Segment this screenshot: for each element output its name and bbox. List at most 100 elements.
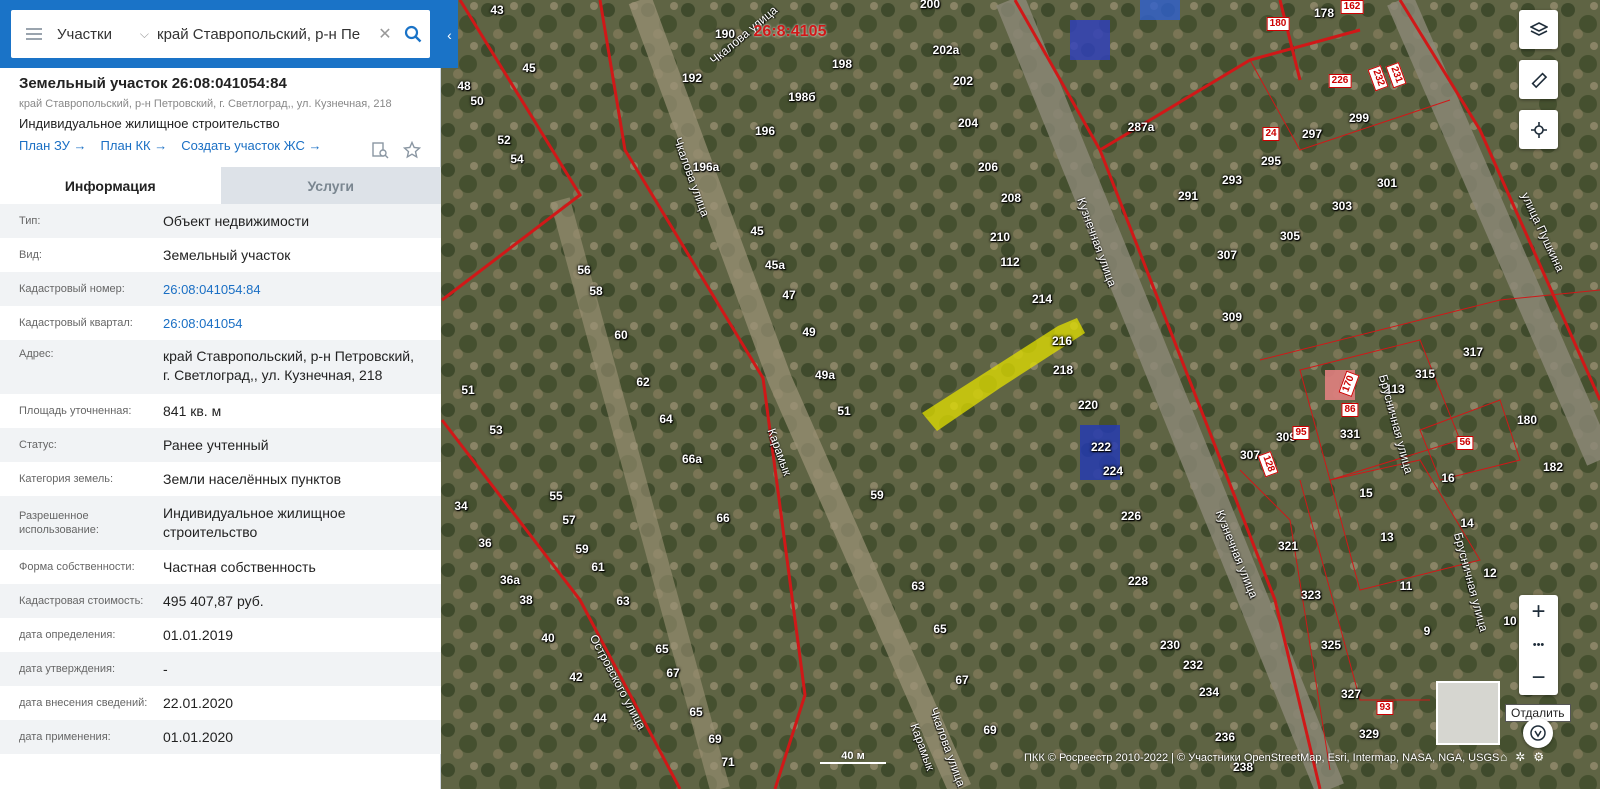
house-number: 196	[754, 124, 776, 138]
basemap-switcher[interactable]	[1436, 681, 1500, 745]
create-parcel-link[interactable]: Создать участок ЖС →	[181, 138, 321, 153]
plan-zu-link[interactable]: План ЗУ →	[19, 138, 87, 153]
house-number: 49а	[814, 368, 836, 382]
row-value: Частная собственность	[163, 558, 316, 575]
object-title: Земельный участок 26:08:041054:84	[19, 75, 287, 92]
parcel-label: 56	[1456, 436, 1474, 450]
tab-info[interactable]: Информация	[0, 167, 221, 204]
house-number: 178	[1313, 6, 1335, 20]
collapse-panel-button[interactable]: ‹	[441, 22, 458, 48]
layers-button[interactable]	[1519, 10, 1558, 49]
house-number: 297	[1301, 127, 1323, 141]
object-links: План ЗУ → План КК → Создать участок ЖС →	[19, 138, 422, 153]
house-number: 323	[1300, 588, 1322, 602]
house-number: 65	[655, 642, 669, 656]
measure-button[interactable]	[1519, 60, 1558, 99]
chevron-left-icon: ‹	[447, 27, 452, 43]
house-number: 56	[577, 263, 591, 277]
house-number: 13	[1380, 530, 1394, 544]
house-number: 299	[1348, 111, 1370, 125]
house-number: 66а	[681, 452, 703, 466]
zoom-out-button[interactable]: −	[1519, 661, 1558, 694]
tab-services[interactable]: Услуги	[220, 167, 441, 204]
table-row: Кадастровый квартал: 26:08:041054	[0, 306, 441, 340]
row-value: 01.01.2020	[163, 728, 234, 745]
house-number: 202	[952, 74, 974, 88]
row-value: -	[163, 660, 168, 677]
house-number: 40	[541, 631, 555, 645]
table-row: Статус: Ранее учтенный	[0, 428, 441, 462]
house-number: 69	[708, 732, 722, 746]
house-number: 50	[470, 94, 484, 108]
row-key: Категория земель:	[19, 473, 114, 485]
row-value: 01.01.2019	[163, 626, 234, 643]
house-number: 236	[1214, 730, 1236, 744]
parcel-label: 180	[1266, 17, 1290, 31]
house-number: 317	[1462, 345, 1484, 359]
house-number: 291	[1177, 189, 1199, 203]
table-row: Вид: Земельный участок	[0, 238, 441, 272]
info-panel: Участки ⌵ ✕ Земельный участок 26:08:0410…	[0, 0, 458, 789]
object-use: Индивидуальное жилищное строительство	[19, 116, 280, 131]
info-button[interactable]	[1523, 718, 1553, 748]
layers-icon	[1529, 21, 1548, 36]
house-number: 222	[1090, 440, 1112, 454]
more-button[interactable]: •••	[1519, 628, 1558, 661]
house-number: 16	[1441, 471, 1455, 485]
house-number: 232	[1182, 658, 1204, 672]
house-number: 51	[837, 404, 851, 418]
house-number: 54	[510, 152, 524, 166]
menu-icon	[26, 28, 42, 40]
house-number: 234	[1198, 685, 1220, 699]
document-search-icon[interactable]	[371, 141, 389, 159]
row-key: Адрес:	[19, 348, 54, 360]
menu-button[interactable]	[11, 10, 57, 58]
row-key: дата определения:	[19, 629, 116, 641]
settings-icon[interactable]: ✲	[1515, 750, 1525, 764]
row-key: Площадь уточненная:	[19, 405, 132, 417]
plan-kk-link[interactable]: План КК →	[101, 138, 168, 153]
object-type-select[interactable]: Участки ⌵	[57, 26, 157, 43]
house-number: 210	[989, 230, 1011, 244]
house-number: 228	[1127, 574, 1149, 588]
search-input[interactable]	[157, 25, 374, 43]
home-icon[interactable]: ⌂	[1500, 750, 1507, 764]
house-number: 61	[591, 560, 605, 574]
app: 43 190 198 200 202а 202 198б 192 196 196…	[0, 0, 1600, 789]
row-value: Земельный участок	[163, 246, 291, 263]
row-value: Земли населённых пунктов	[163, 470, 342, 487]
search-icon	[404, 25, 422, 43]
house-number: 51	[461, 383, 475, 397]
clear-icon[interactable]: ✕	[374, 24, 396, 44]
star-icon[interactable]	[403, 141, 421, 159]
cadastral-number-link[interactable]: 26:08:041054:84	[163, 280, 422, 299]
locate-button[interactable]	[1519, 110, 1558, 149]
cadastral-quarter-link[interactable]: 26:08:041054	[163, 314, 422, 333]
row-key: Статус:	[19, 439, 57, 451]
house-number: 327	[1340, 687, 1362, 701]
house-number: 53	[489, 423, 503, 437]
house-number: 62	[636, 375, 650, 389]
house-number: 329	[1358, 727, 1380, 741]
table-row: Форма собственности: Частная собственност…	[0, 550, 441, 584]
parcel-label: 86	[1341, 403, 1359, 417]
zoom-in-button[interactable]: +	[1519, 595, 1558, 628]
house-number: 67	[666, 666, 680, 680]
house-number: 230	[1159, 638, 1181, 652]
object-type-label: Участки	[57, 25, 112, 43]
parcel-label: 24	[1262, 127, 1280, 141]
row-value: край Ставропольский, р-н Петровский, г. …	[163, 348, 415, 383]
parcel-label: 162	[1340, 0, 1364, 14]
house-number: 52	[497, 133, 511, 147]
house-number: 200	[919, 0, 941, 11]
row-key: дата внесения сведений:	[19, 697, 148, 709]
house-number: 38	[519, 593, 533, 607]
chevron-down-icon: ⌵	[139, 26, 149, 41]
house-number: 58	[589, 284, 603, 298]
house-number: 55	[549, 489, 563, 503]
parcel-label: 93	[1376, 701, 1394, 715]
zoom-controls: + ••• −	[1519, 595, 1558, 695]
gear-icon[interactable]: ⚙	[1533, 750, 1544, 764]
house-number: 42	[569, 670, 583, 684]
search-button[interactable]	[396, 25, 430, 43]
